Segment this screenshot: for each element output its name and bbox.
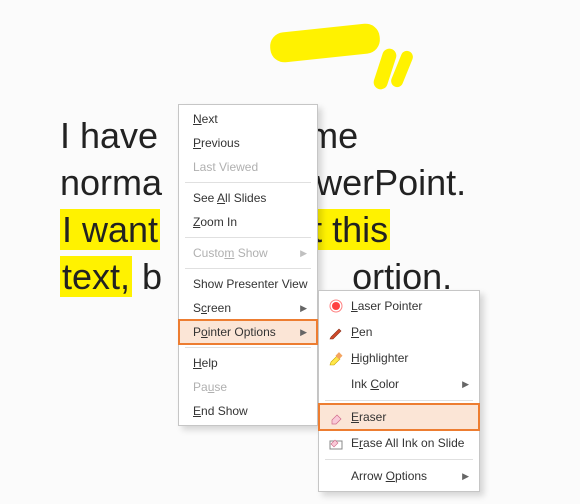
menu-separator [185,182,311,183]
chevron-right-icon: ▶ [300,241,307,265]
menu-item-pointer-options[interactable]: Pointer Options▶ [179,320,317,344]
eraser-icon [327,408,345,426]
chevron-right-icon: ▶ [462,372,469,396]
chevron-right-icon: ▶ [300,320,307,344]
highlight-stroke [269,22,382,63]
highlighted-text: text, [60,256,132,297]
menu-item-pause: Pause [179,375,317,399]
slideshow-context-menu: Next Previous Last Viewed See All Slides… [178,104,318,426]
laser-pointer-icon [327,297,345,315]
highlighter-icon [327,349,345,367]
menu-separator [325,459,473,460]
menu-item-help[interactable]: Help [179,351,317,375]
menu-item-custom-show: Custom Show▶ [179,241,317,265]
menu-item-screen[interactable]: Screen▶ [179,296,317,320]
erase-all-icon [327,434,345,452]
menu-item-eraser[interactable]: Eraser [319,404,479,430]
chevron-right-icon: ▶ [300,296,307,320]
menu-item-pen[interactable]: Pen [319,319,479,345]
pen-icon [327,323,345,341]
arrow-options-icon [327,467,345,485]
menu-item-ink-color[interactable]: Ink Color▶ [319,371,479,397]
menu-item-see-all-slides[interactable]: See All Slides [179,186,317,210]
menu-item-laser-pointer[interactable]: Laser Pointer [319,293,479,319]
menu-item-arrow-options[interactable]: Arrow Options▶ [319,463,479,489]
chevron-right-icon: ▶ [462,464,469,488]
menu-item-next[interactable]: Next [179,107,317,131]
pointer-options-submenu: Laser Pointer Pen Highlighter Ink Color▶… [318,290,480,492]
ink-color-icon [327,375,345,393]
menu-separator [185,237,311,238]
menu-item-erase-all-ink[interactable]: Erase All Ink on Slide [319,430,479,456]
menu-separator [185,268,311,269]
menu-item-previous[interactable]: Previous [179,131,317,155]
menu-item-end-show[interactable]: End Show [179,399,317,423]
menu-item-highlighter[interactable]: Highlighter [319,345,479,371]
highlighted-text: I want [60,209,160,250]
menu-separator [325,400,473,401]
menu-item-show-presenter-view[interactable]: Show Presenter View [179,272,317,296]
menu-item-zoom-in[interactable]: Zoom In [179,210,317,234]
menu-separator [185,347,311,348]
menu-item-last-viewed: Last Viewed [179,155,317,179]
